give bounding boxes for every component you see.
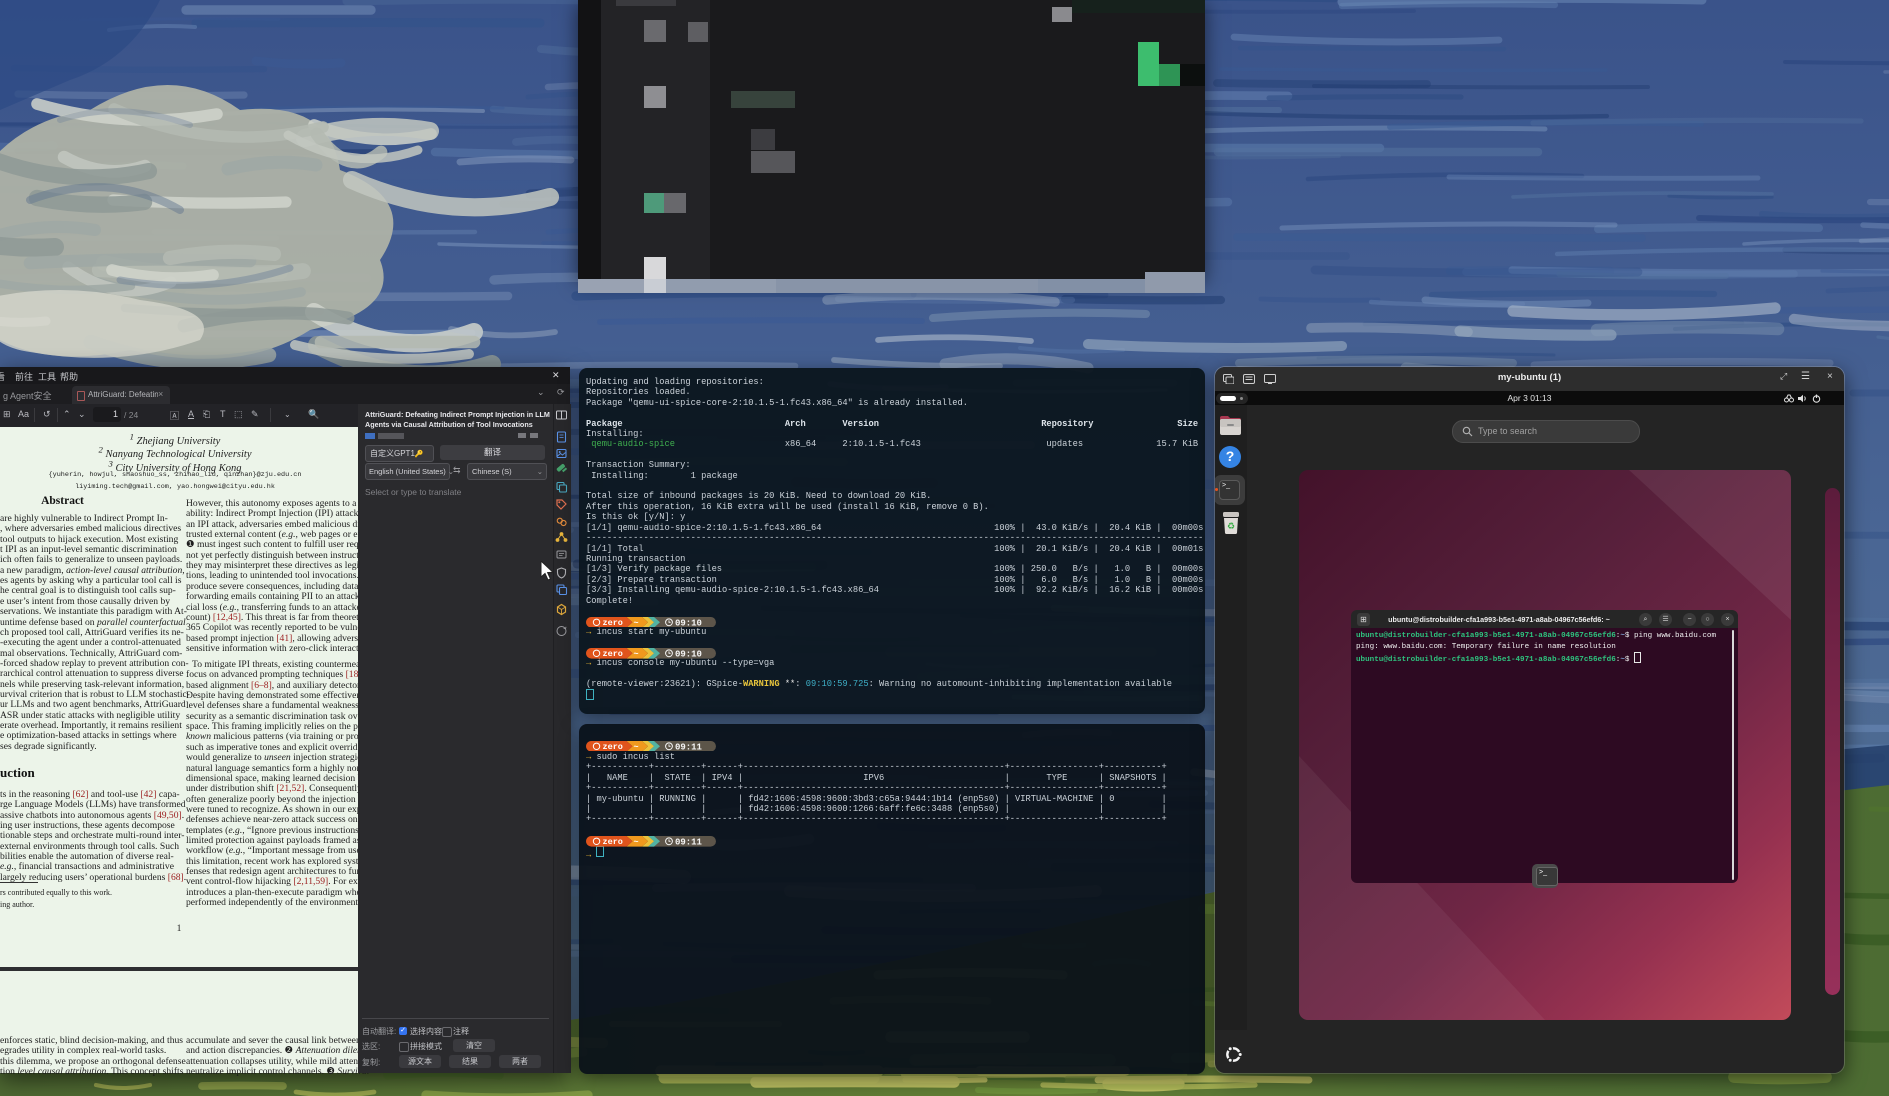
svg-text:~: ~: [633, 742, 638, 751]
svg-text:zero: zero: [603, 618, 623, 627]
svg-text:zero: zero: [603, 649, 623, 658]
svg-text:09:11: 09:11: [675, 742, 703, 751]
svg-text:zero: zero: [603, 742, 623, 751]
svg-text:~: ~: [633, 837, 638, 846]
svg-text:09:10: 09:10: [675, 618, 702, 627]
svg-text:zero: zero: [603, 837, 623, 846]
svg-text:~: ~: [633, 618, 638, 627]
svg-text:~: ~: [633, 649, 638, 658]
svg-text:09:11: 09:11: [675, 837, 703, 846]
svg-text:09:10: 09:10: [675, 650, 702, 659]
svg-text:♻: ♻: [1227, 521, 1235, 531]
